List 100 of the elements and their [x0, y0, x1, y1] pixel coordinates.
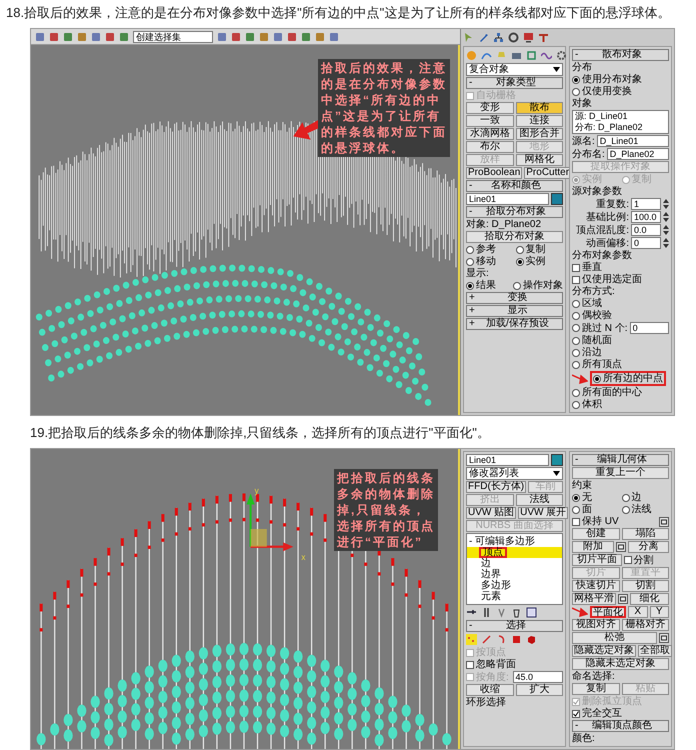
panel-button[interactable]: 图形合并	[516, 128, 563, 140]
panel-button[interactable]: 收缩	[466, 684, 514, 696]
panel-button[interactable]: 复制	[572, 683, 620, 695]
panel-button[interactable]: 散布	[516, 102, 563, 114]
rollout-header[interactable]: - 拾取分布对象	[466, 206, 563, 218]
rollout-header[interactable]: - 编辑几何体	[572, 454, 669, 466]
dropdown[interactable]: 修改器列表	[466, 467, 563, 480]
radio-button[interactable]	[572, 88, 580, 96]
radio-button[interactable]	[572, 400, 580, 408]
settings-box-icon[interactable]	[616, 542, 626, 552]
viewport[interactable]: 拾取后的效果，注意 的是在分布对像参数 中选择“所有边的中 点”这是为了让所有 的样条线都对应下面 的悬浮球体。	[31, 45, 460, 415]
color-swatch[interactable]	[551, 193, 563, 205]
panel-button[interactable]: ProBoolean	[466, 167, 522, 179]
panel-button[interactable]: X	[628, 606, 648, 618]
rollout-header[interactable]: + 显示	[466, 305, 563, 317]
checkbox[interactable]	[572, 264, 580, 272]
list-item[interactable]: 分布: D_Plane02	[575, 122, 666, 133]
stack-subitem[interactable]: 边界	[479, 569, 503, 580]
panel-button[interactable]: 创建	[572, 528, 620, 540]
stack-subitem[interactable]: 多边形	[479, 580, 513, 591]
panel-button[interactable]: 切割	[622, 580, 669, 592]
panel-button[interactable]: 连接	[516, 115, 563, 127]
circle-icon[interactable]	[508, 32, 519, 43]
radio-button[interactable]	[622, 494, 630, 502]
selection-set-dropdown[interactable]: 创建选择集	[133, 30, 213, 42]
radio-button[interactable]	[516, 246, 524, 254]
panel-button[interactable]: 全部取	[638, 645, 672, 657]
settings-box-icon[interactable]	[659, 516, 669, 526]
rollout-header[interactable]: - 编辑顶点颜色	[572, 720, 669, 732]
rollout-header[interactable]: - 名称和颜色	[466, 180, 563, 192]
spinner-arrows-icon[interactable]	[663, 225, 669, 235]
panel-button[interactable]: 扩大	[516, 684, 563, 696]
edge-icon[interactable]	[481, 634, 492, 645]
viewport[interactable]: y x 把拾取后的线条 多余的物体删除 掉,只留线条， 选择所有的顶点 进行“平面化”	[31, 449, 460, 749]
panel-button[interactable]: 隐藏选定对象	[572, 645, 636, 657]
radio-button[interactable]	[513, 282, 521, 290]
radio-button[interactable]	[572, 360, 580, 368]
radio-button[interactable]	[572, 348, 580, 356]
curve-icon[interactable]	[481, 50, 492, 61]
panel-button[interactable]: UVW 贴图	[466, 507, 516, 519]
text-field[interactable]: D_Line01	[596, 135, 669, 147]
stack-item[interactable]: - 可编辑多边形	[467, 536, 562, 547]
wrench-icon[interactable]	[478, 32, 489, 43]
radio-button[interactable]	[572, 312, 580, 320]
panel-button[interactable]: ProCutter	[524, 167, 572, 179]
element-icon[interactable]	[526, 634, 537, 645]
text-field[interactable]: Line01	[466, 193, 549, 205]
number-field[interactable]: 1	[631, 198, 661, 210]
panel-button[interactable]: 切片平面	[572, 554, 622, 566]
radio-button[interactable]	[572, 336, 580, 344]
radio-button[interactable]	[466, 246, 474, 254]
panel-button[interactable]: 栅格对齐	[622, 619, 669, 631]
wave-icon[interactable]	[541, 50, 552, 61]
panel-button[interactable]: 一致	[466, 115, 514, 127]
radio-button[interactable]	[622, 506, 630, 514]
stack-subitem[interactable]: 边	[479, 558, 493, 569]
spinner-arrows-icon[interactable]	[663, 199, 669, 209]
hammer-icon[interactable]	[538, 32, 549, 43]
color-swatch[interactable]	[551, 454, 563, 466]
radio-button[interactable]	[516, 258, 524, 266]
radio-button[interactable]	[593, 374, 601, 382]
rollout-header[interactable]: + 加载/保存预设	[466, 318, 563, 330]
monitor-icon[interactable]	[523, 32, 534, 43]
checkbox[interactable]	[572, 518, 580, 526]
checkbox[interactable]	[466, 660, 474, 668]
panel-button[interactable]: 隐藏未选定对象	[572, 658, 669, 670]
text-field[interactable]: Line01	[466, 454, 549, 466]
spinner-arrows-icon[interactable]	[663, 212, 669, 222]
checkbox[interactable]	[572, 276, 580, 284]
list-item[interactable]: 源: D_Line01	[575, 111, 666, 122]
radio-button[interactable]	[466, 258, 474, 266]
panel-button[interactable]: 法线	[516, 494, 563, 506]
spinner-arrows-icon[interactable]	[663, 238, 669, 248]
settings-box-icon[interactable]	[659, 633, 669, 643]
radio-button[interactable]	[466, 282, 474, 290]
panel-button[interactable]: 网格平滑	[572, 593, 616, 605]
panel-button[interactable]: FFD(长方体)	[466, 481, 526, 493]
number-field[interactable]: 0.0	[631, 224, 661, 236]
rollout-header[interactable]: + 变换	[466, 292, 563, 304]
radio-button[interactable]	[572, 506, 580, 514]
vertex-icon[interactable]	[466, 634, 477, 645]
rollout-header[interactable]: - 对象类型	[466, 77, 563, 89]
radio-button[interactable]	[572, 300, 580, 308]
rollout-header[interactable]: - 散布对象	[572, 49, 669, 61]
panel-button[interactable]: 松弛	[572, 632, 657, 644]
helper-icon[interactable]	[526, 50, 537, 61]
radio-button[interactable]	[572, 324, 580, 332]
panel-button[interactable]: UVW 展开	[518, 507, 568, 519]
panel-button[interactable]: 细化	[630, 593, 669, 605]
dropdown[interactable]: 复合对象	[466, 63, 563, 76]
trash-icon[interactable]	[511, 607, 522, 618]
panel-button[interactable]: Y	[650, 606, 669, 618]
border-icon[interactable]	[496, 634, 507, 645]
number-field[interactable]: 100.0	[631, 211, 661, 223]
panel-button[interactable]: 重复上一个	[572, 467, 669, 479]
radio-button[interactable]	[572, 494, 580, 502]
checkbox[interactable]	[572, 710, 580, 718]
stack-subitem[interactable]: 顶点	[479, 547, 507, 558]
radio-button[interactable]	[572, 388, 580, 396]
number-field[interactable]: 0	[631, 237, 661, 249]
